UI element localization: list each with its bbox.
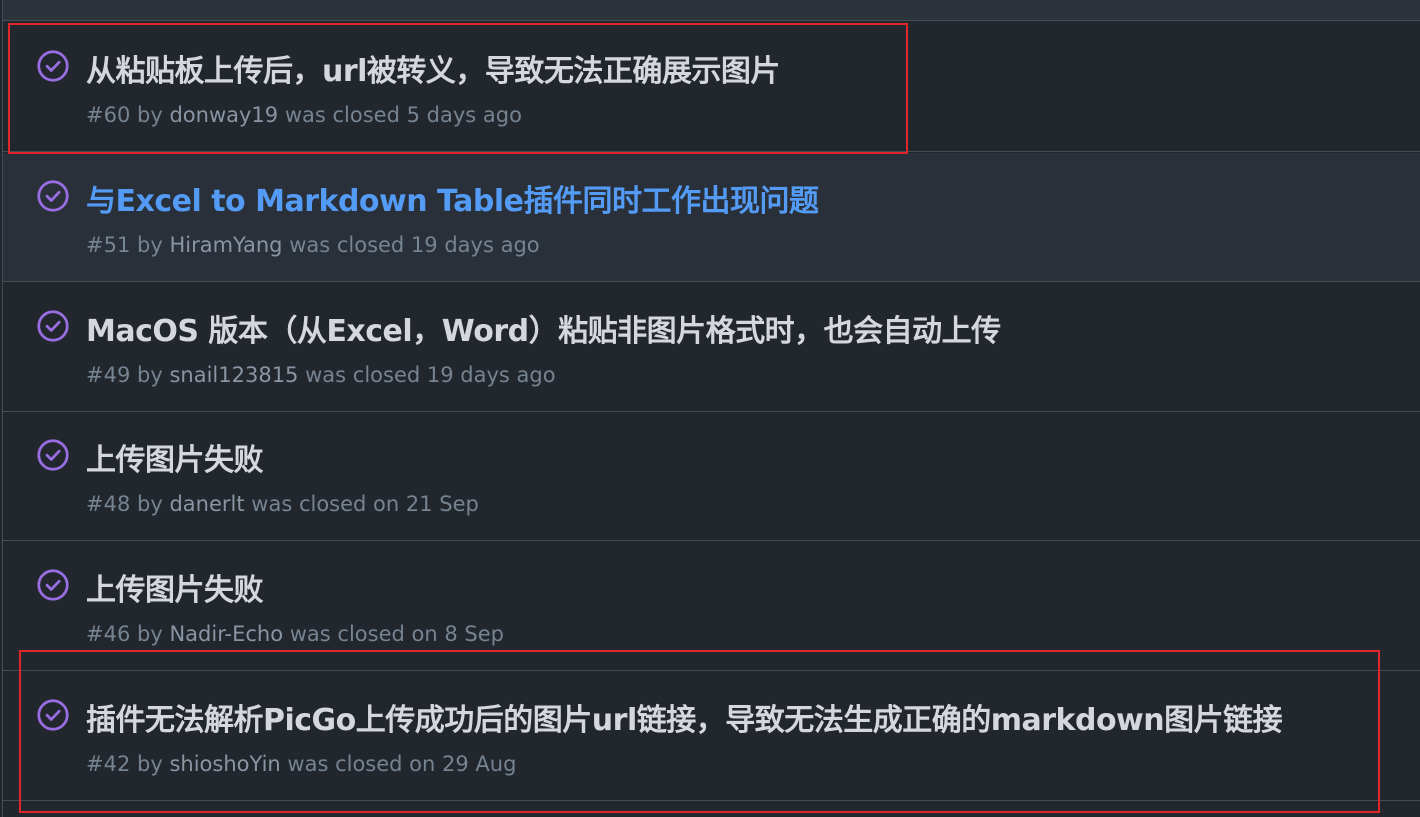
issue-closed-time: was closed on 29 Aug	[287, 752, 517, 776]
issue-author-link[interactable]: snail123815	[169, 363, 298, 387]
issue-closed-time: was closed 5 days ago	[284, 103, 522, 127]
issue-title[interactable]: 上传图片失败	[86, 435, 264, 479]
issue-meta: #48 by danerlt was closed on 21 Sep	[86, 492, 479, 516]
issue-closed-icon	[37, 180, 69, 212]
issue-closed-icon	[37, 699, 69, 731]
issue-meta: #42 by shioshoYin was closed on 29 Aug	[86, 752, 516, 776]
list-header-strip	[3, 0, 1420, 21]
issue-author-link[interactable]: HiramYang	[169, 233, 282, 257]
issue-closed-time: was closed 19 days ago	[289, 233, 540, 257]
issue-row-49[interactable]: MacOS 版本（从Excel，Word）粘贴非图片格式时，也会自动上传 #49…	[3, 283, 1420, 412]
issue-meta: #46 by Nadir-Echo was closed on 8 Sep	[86, 622, 504, 646]
issue-number: #48	[86, 492, 131, 516]
issue-closed-time: was closed 19 days ago	[305, 363, 556, 387]
issue-row-48[interactable]: 上传图片失败 #48 by danerlt was closed on 21 S…	[3, 412, 1420, 541]
issue-title[interactable]: 与Excel to Markdown Table插件同时工作出现问题	[86, 176, 819, 220]
issue-number: #49	[86, 363, 131, 387]
issue-title[interactable]: 上传图片失败	[86, 565, 264, 609]
issue-by: by	[137, 233, 163, 257]
issue-closed-time: was closed on 21 Sep	[251, 492, 479, 516]
issue-row-42[interactable]: 插件无法解析PicGo上传成功后的图片url链接，导致无法生成正确的markdo…	[3, 672, 1420, 801]
issue-title[interactable]: 从粘贴板上传后，url被转义，导致无法正确展示图片	[86, 46, 780, 90]
issue-closed-icon	[37, 569, 69, 601]
issue-by: by	[137, 103, 163, 127]
issue-author-link[interactable]: donway19	[169, 103, 278, 127]
issue-by: by	[137, 492, 163, 516]
issue-closed-time: was closed on 8 Sep	[289, 622, 504, 646]
issue-by: by	[137, 363, 163, 387]
issue-meta: #49 by snail123815 was closed 19 days ag…	[86, 363, 556, 387]
issue-number: #60	[86, 103, 131, 127]
issue-by: by	[137, 752, 163, 776]
issue-list: 从粘贴板上传后，url被转义，导致无法正确展示图片 #60 by donway1…	[2, 0, 1420, 817]
issue-by: by	[137, 622, 163, 646]
issue-author-link[interactable]: shioshoYin	[169, 752, 280, 776]
issue-author-link[interactable]: danerlt	[169, 492, 244, 516]
issue-closed-icon	[37, 439, 69, 471]
issue-number: #51	[86, 233, 131, 257]
issue-number: #42	[86, 752, 131, 776]
issue-row-46[interactable]: 上传图片失败 #46 by Nadir-Echo was closed on 8…	[3, 542, 1420, 671]
issue-row-51[interactable]: 与Excel to Markdown Table插件同时工作出现问题 #51 b…	[3, 153, 1420, 282]
issue-closed-icon	[37, 50, 69, 82]
issue-row-60[interactable]: 从粘贴板上传后，url被转义，导致无法正确展示图片 #60 by donway1…	[3, 23, 1420, 152]
issue-title[interactable]: MacOS 版本（从Excel，Word）粘贴非图片格式时，也会自动上传	[86, 306, 1001, 350]
issue-meta: #60 by donway19 was closed 5 days ago	[86, 103, 522, 127]
issue-author-link[interactable]: Nadir-Echo	[169, 622, 283, 646]
issue-number: #46	[86, 622, 131, 646]
issue-title[interactable]: 插件无法解析PicGo上传成功后的图片url链接，导致无法生成正确的markdo…	[86, 695, 1283, 739]
issue-closed-icon	[37, 310, 69, 342]
issue-meta: #51 by HiramYang was closed 19 days ago	[86, 233, 540, 257]
